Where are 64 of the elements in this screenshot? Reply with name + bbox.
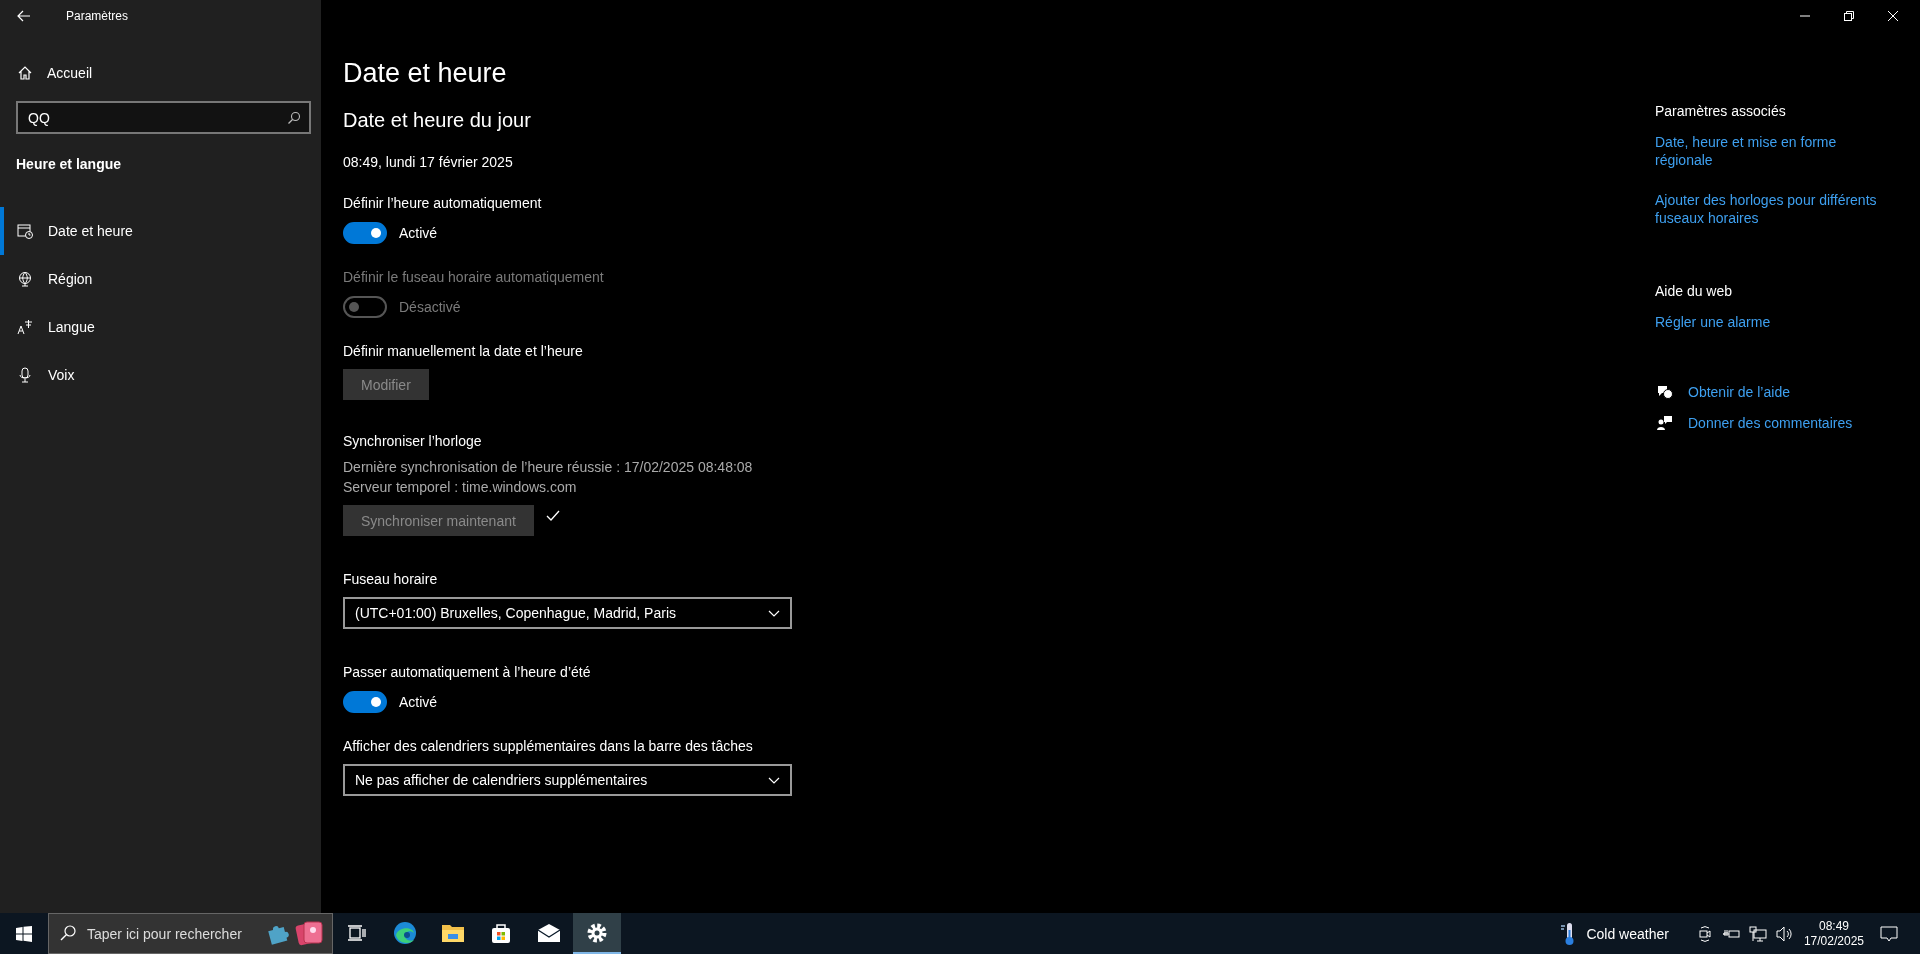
folder-icon [441,922,465,943]
related-link[interactable]: Ajouter des horloges pour différents fuseaux horaires [1655,191,1895,227]
microphone-icon [17,367,33,383]
chevron-down-icon [768,776,780,784]
section-heading: Heure et langue [15,156,123,172]
page-title: Date et heure [343,58,507,89]
windows-logo-icon [16,925,32,942]
current-datetime: 08:49, lundi 17 février 2025 [343,154,513,170]
window-title: Paramètres [66,9,129,23]
camera-icon[interactable] [1696,925,1713,942]
taskbar-clock[interactable]: 08:49 17/02/2025 [1803,918,1864,949]
toggle-switch[interactable] [343,691,387,713]
chevron-down-icon [768,609,780,617]
toggle-state: Activé [399,694,438,710]
setting-label: Définir manuellement la date et l’heure [343,343,583,359]
help-chat-icon [1656,384,1673,400]
support-link[interactable]: Obtenir de l’aide [1688,383,1790,401]
envelope-icon [537,923,561,942]
nav-item[interactable]: Date et heure [0,207,321,255]
close-icon[interactable] [1888,11,1898,21]
notification-icon[interactable] [1880,924,1898,943]
network-icon[interactable] [1748,925,1767,942]
toggle-state: Désactivé [399,299,461,315]
speaker-icon[interactable] [1775,925,1794,942]
nav-item[interactable]: Voix [0,351,321,399]
home-icon [17,65,33,81]
browser-icon [393,920,417,945]
taskbar-search-field[interactable]: Taper ici pour rechercher [48,913,333,954]
nav-item[interactable]: Langue [0,303,321,351]
task-view-icon [348,924,366,941]
setting-label: Définir le fuseau horaire automatiquement [343,269,604,285]
nav-item[interactable]: Région [0,255,321,303]
feedback-icon [1656,415,1673,431]
globe-icon [17,271,33,287]
setting-label: Définir l’heure automatiquement [343,195,542,211]
toggle-state: Activé [399,225,438,241]
sync-status: Dernière synchronisation de l’heure réussie : 17/02/2025 08:48:08 [343,459,753,475]
search-field[interactable]: QQ [16,101,311,134]
web-help-heading: Aide du web [1655,283,1733,299]
weather-text[interactable]: Cold weather [1586,925,1669,942]
photo-cards-icon [295,920,325,946]
setting-label: Fuseau horaire [343,571,438,587]
related-heading: Paramètres associés [1655,103,1786,119]
language-icon [17,319,33,335]
home-link[interactable]: Accueil [0,61,321,85]
time-server: Serveur temporel : time.windows.com [343,479,577,495]
section-title: Date et heure du jour [343,109,531,132]
timezone-dropdown[interactable]: (UTC+01:00) Bruxelles, Copenhague, Madrid, Paris [343,597,792,629]
taskbar-app[interactable] [573,913,621,954]
setting-label: Afficher des calendriers supplémentaires dans la barre des tâches [343,738,753,754]
restore-icon[interactable] [1844,11,1854,21]
search-icon [60,925,76,941]
toggle-switch[interactable] [343,222,387,244]
calendar-clock-icon [17,223,33,239]
related-link[interactable]: Date, heure et mise en forme régionale [1655,133,1895,169]
back-icon[interactable] [17,10,31,22]
search-icon [287,111,301,125]
calendar-dropdown[interactable]: Ne pas afficher de calendriers supplémentaires [343,764,792,796]
setting-label: Synchroniser l’horloge [343,433,482,449]
setting-label: Passer automatiquement à l’heure d’été [343,664,591,680]
support-link[interactable]: Donner des commentaires [1688,414,1853,432]
gear-icon [586,921,608,944]
help-link[interactable]: Régler une alarme [1655,313,1771,331]
store-bag-icon [490,921,512,944]
